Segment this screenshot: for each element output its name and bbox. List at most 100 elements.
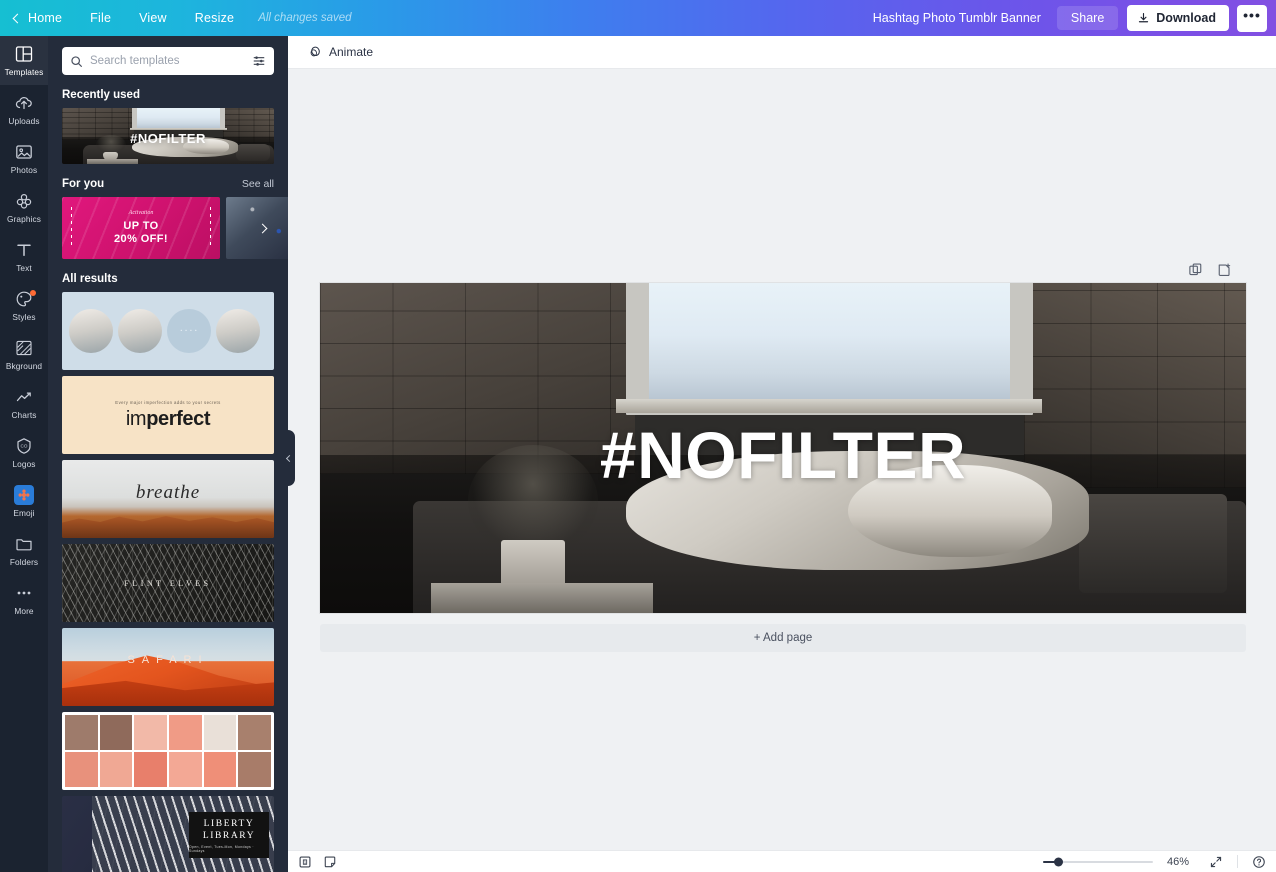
canvas-headline-text[interactable]: #NOFILTER [320,422,1246,488]
status-divider [1237,855,1238,868]
zoom-percent-label: 46% [1167,856,1195,868]
photo-icon [14,142,34,162]
design-canvas-page[interactable]: #NOFILTER [320,283,1246,613]
canvas-photo-scene: #NOFILTER [320,283,1246,613]
template-safari-caption: SAFARI [62,654,274,666]
sidebar-item-text[interactable]: Text [0,232,48,281]
sidebar-item-folders[interactable]: Folders [0,526,48,575]
template-circles-caption: • • • • [167,328,211,334]
sidebar-label-folders: Folders [10,557,38,567]
template-liberty-line2: LIBRARY [203,830,255,842]
sidebar-item-logos[interactable]: CO Logos [0,428,48,477]
search-input[interactable] [90,55,245,67]
more-dots-icon [14,583,34,603]
headline-line-1: UP TO [62,220,220,233]
template-circles[interactable]: • • • • [62,292,274,370]
template-liberty-plate: LIBERTY LIBRARY Open, Event, Tues-Mon, M… [189,812,269,858]
for-you-heading: For you See all [48,164,288,197]
home-label: Home [28,11,62,25]
sidebar-item-photos[interactable]: Photos [0,134,48,183]
template-breathe[interactable]: breathe [62,460,274,538]
template-imperfect-title: imperfect [126,408,210,431]
sidebar-item-graphics[interactable]: Graphics [0,183,48,232]
duplicate-page-icon[interactable] [1188,262,1203,277]
template-imperfect-sub: Every major imperfection adds to your se… [115,400,220,405]
menu-file[interactable]: File [76,0,125,36]
filter-sliders-icon[interactable] [252,54,266,68]
download-icon [1137,12,1150,25]
emoji-flower-glyph [17,488,31,502]
download-label: Download [1156,11,1216,25]
page-manager-icon[interactable]: 1 [298,855,312,869]
animate-button[interactable]: Animate [300,41,381,63]
header-more-button[interactable]: ••• [1237,5,1267,32]
sidebar-item-charts[interactable]: Charts [0,379,48,428]
add-page-label: + Add page [754,632,813,644]
panel-collapse-handle[interactable] [282,430,295,486]
page-tools [1188,262,1232,277]
zoom-slider[interactable] [1043,861,1153,863]
notes-icon[interactable] [323,855,337,869]
home-button[interactable]: Home [0,0,76,36]
text-icon [14,240,34,260]
sidebar-label-emoji: Emoji [13,508,34,518]
add-page-button[interactable]: + Add page [320,624,1246,652]
status-left-group: 1 [298,855,337,869]
sidebar-label-logos: Logos [12,459,35,469]
search-box[interactable] [62,47,274,75]
recently-used-label: Recently used [62,89,140,101]
sidebar-item-emoji[interactable]: Emoji [0,477,48,526]
add-page-icon[interactable] [1217,262,1232,277]
chevron-left-icon [286,454,293,461]
expand-fullscreen-icon[interactable] [1209,855,1223,869]
zoom-slider-knob[interactable] [1054,857,1063,866]
sidebar-item-bkground[interactable]: Bkground [0,330,48,379]
document-title: Hashtag Photo Tumblr Banner [873,11,1041,25]
save-status-label: All changes saved [258,12,351,24]
graphics-icon [14,191,34,211]
sidebar-item-templates[interactable]: Templates [0,36,48,85]
recently-used-row: #NOFILTER [48,108,288,164]
share-button[interactable]: Share [1057,6,1118,30]
help-question-icon[interactable] [1252,855,1266,869]
left-rail: Templates Uploads Photos G [0,36,48,872]
headline-line-2: 20% OFF! [62,233,220,246]
for-you-card-headline: UP TO 20% OFF! [62,220,220,245]
status-right-group: 46% [1043,855,1266,869]
template-liberty-library[interactable]: LIBERTY LIBRARY Open, Event, Tues-Mon, M… [62,796,274,872]
template-breathe-caption: breathe [62,482,274,504]
template-flint-elves-caption: FLINT ELVES [62,579,274,588]
template-photo-grid[interactable] [62,712,274,790]
styles-notification-badge [30,290,36,296]
template-imperfect[interactable]: Every major imperfection adds to your se… [62,376,274,454]
sidebar-label-styles: Styles [12,312,35,322]
canva-editor-window: Home File View Resize All changes saved … [0,0,1276,872]
template-liberty-sub: Open, Event, Tues-Mon, Mondays · Sundays [189,845,269,853]
for-you-carousel: Activation UP TO 20% OFF! [48,197,288,259]
menu-view[interactable]: View [125,0,181,36]
carousel-next-button[interactable] [254,220,270,236]
sidebar-label-photos: Photos [11,165,37,175]
sidebar-label-uploads: Uploads [8,116,39,126]
upload-cloud-icon [14,93,34,113]
for-you-label: For you [62,178,104,190]
top-header-bar: Home File View Resize All changes saved … [0,0,1276,36]
logos-icon: CO [14,436,34,456]
header-menu-group: Home File View Resize All changes saved [0,0,352,36]
sidebar-label-more: More [14,606,33,616]
see-all-link[interactable]: See all [242,178,274,190]
all-results-heading: All results [48,259,288,292]
template-flint-elves[interactable]: FLINT ELVES [62,544,274,622]
sidebar-item-uploads[interactable]: Uploads [0,85,48,134]
chevron-left-icon [13,13,23,23]
recent-template-thumbnail[interactable]: #NOFILTER [62,108,274,164]
background-icon [14,338,34,358]
menu-resize[interactable]: Resize [181,0,248,36]
sidebar-label-text: Text [16,263,32,273]
bottom-status-bar: 1 46% [288,850,1276,872]
template-safari[interactable]: SAFARI [62,628,274,706]
sidebar-item-styles[interactable]: Styles [0,281,48,330]
for-you-card-sale[interactable]: Activation UP TO 20% OFF! [62,197,220,259]
sidebar-item-more[interactable]: More [0,575,48,624]
download-button[interactable]: Download [1127,5,1229,31]
